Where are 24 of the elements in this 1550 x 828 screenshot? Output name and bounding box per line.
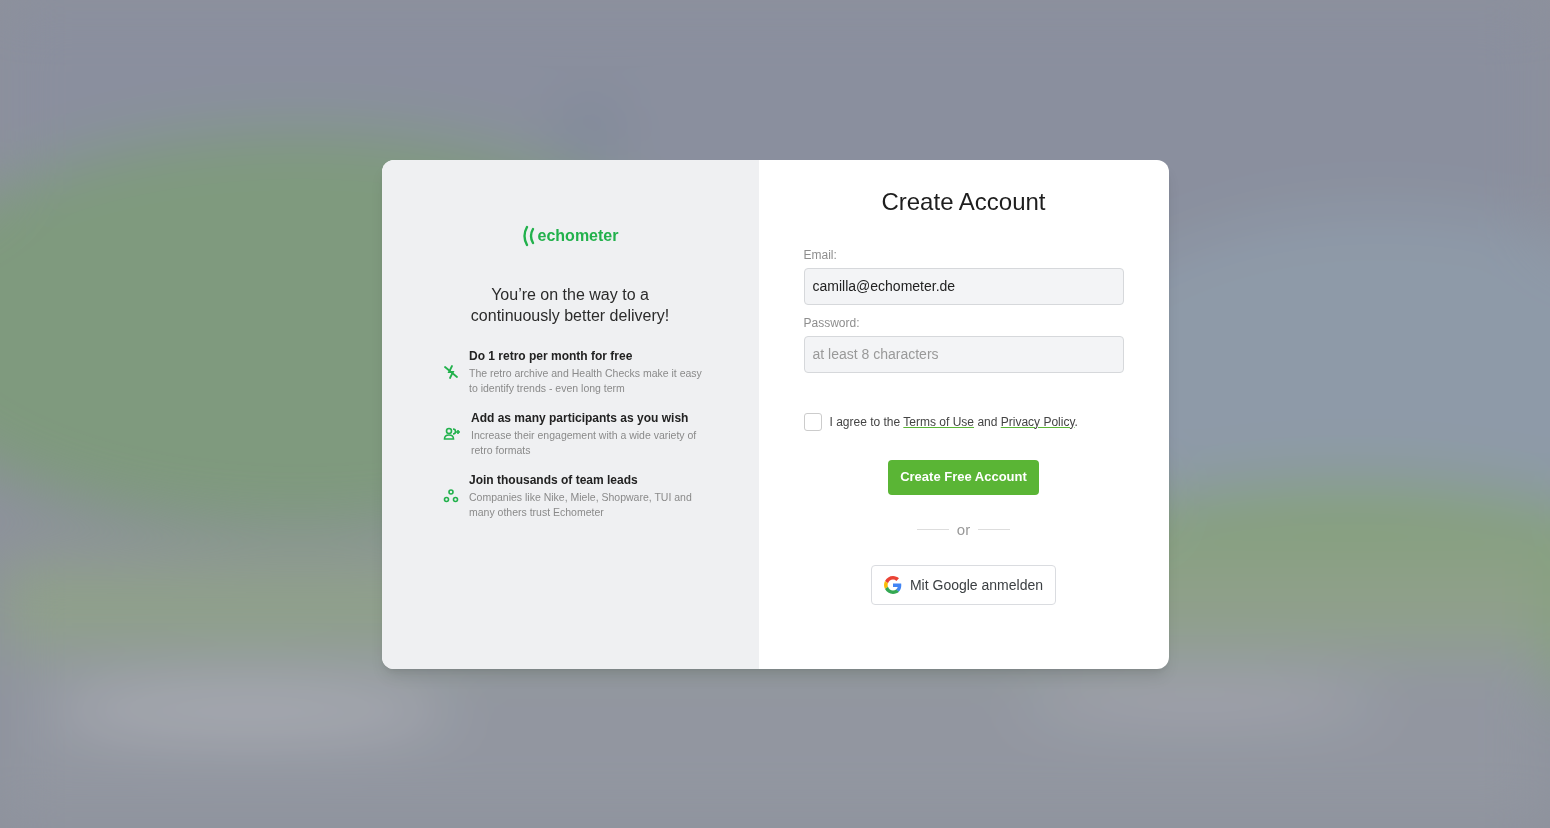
agree-checkbox[interactable] <box>803 412 822 431</box>
divider-text: or <box>956 519 971 540</box>
lightning-off-icon <box>443 363 459 380</box>
terms-link[interactable]: Terms of Use <box>903 414 975 429</box>
feature-description: The retro archive and Health Checks make it easy to identify trends - even long term <box>469 365 703 396</box>
google-icon <box>883 576 902 594</box>
feature-title: Join thousands of team leads <box>469 471 639 488</box>
password-field[interactable]: at least 8 characters <box>803 335 1124 373</box>
feature-description: Companies like Nike, Miele, Shopware, TUI and many others trust Echometer <box>469 489 693 520</box>
form-title: Create Account <box>881 186 1046 217</box>
logo-waves-icon <box>521 223 536 248</box>
feature-title: Add as many participants as you wish <box>471 409 690 426</box>
google-signin-button[interactable]: Mit Google anmelden <box>870 565 1057 605</box>
group-icon <box>443 487 459 504</box>
password-label: Password: <box>803 314 861 332</box>
headline: You’re on the way to a continuously better delivery! <box>469 284 671 326</box>
logo-text: echometer <box>537 225 619 246</box>
feature-description: Increase their engagement with a wide variety of retro formats <box>471 427 698 458</box>
feature-title: Do 1 retro per month for free <box>469 347 634 364</box>
privacy-link[interactable]: Privacy Policy <box>1000 414 1075 429</box>
email-field[interactable]: camilla@echometer.de <box>803 267 1124 305</box>
add-user-icon <box>443 425 461 442</box>
email-label: Email: <box>803 246 838 264</box>
agreement-text: I agree to the Terms of Use and Privacy Policy. <box>829 413 1078 431</box>
